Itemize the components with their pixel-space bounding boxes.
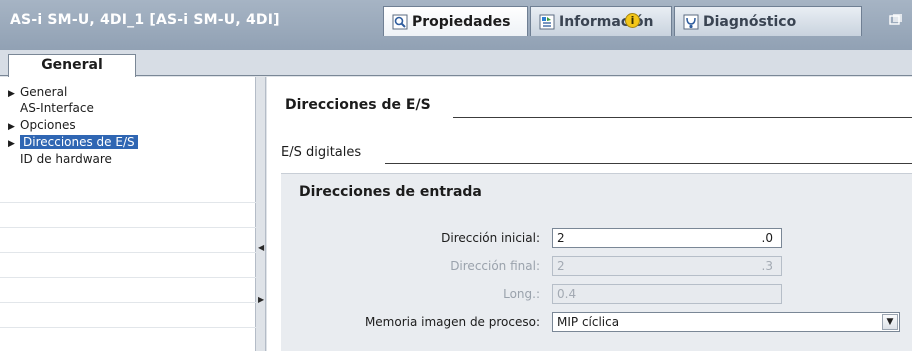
expand-arrow-icon[interactable]: ▶ <box>8 86 20 102</box>
window-restore-icon[interactable] <box>886 12 912 28</box>
pane-splitter[interactable]: ◀ ▶ <box>256 77 266 351</box>
window-title: AS-i SM-U, 4DI_1 [AS-i SM-U, 4DI] <box>10 12 280 28</box>
process-image-label: Memoria imagen de proceso: <box>364 315 540 329</box>
end-address-input: 2 .3 <box>552 256 782 276</box>
nav-item-label: ID de hardware <box>20 152 112 166</box>
collapse-left-icon[interactable]: ◀ <box>258 243 264 252</box>
end-address-value: 2 <box>557 259 565 273</box>
properties-icon <box>392 14 408 29</box>
property-navigation: ▶ General AS-Interface ▶ Opciones ▶ Direcci… <box>0 77 256 351</box>
length-label: Long.: <box>503 287 540 301</box>
tab-general[interactable]: General <box>8 54 136 77</box>
process-image-value: MIP cíclica <box>557 315 620 329</box>
nav-divider <box>0 252 256 253</box>
start-address-input[interactable]: 2 .0 <box>552 228 782 248</box>
end-address-label: Dirección final: <box>450 259 540 273</box>
nav-divider <box>0 302 256 303</box>
diagnostics-icon <box>683 14 699 29</box>
start-address-value: 2 <box>557 231 565 245</box>
nav-item-opciones[interactable]: ▶ Opciones <box>8 117 76 133</box>
start-address-bit: .0 <box>761 231 773 245</box>
subsection-divider <box>385 163 912 164</box>
nav-item-as-interface[interactable]: AS-Interface <box>20 100 94 116</box>
properties-content: Direcciones de E/S E/S digitales Direcci… <box>267 77 912 351</box>
end-address-bit: .3 <box>761 259 773 273</box>
length-input: 0.4 <box>552 284 782 304</box>
tab-diagnostico[interactable]: Diagnóstico <box>674 6 862 36</box>
dropdown-arrow-icon[interactable]: ▼ <box>882 314 898 330</box>
info-badge-icon: i <box>625 13 640 28</box>
expand-arrow-icon[interactable]: ▶ <box>8 119 20 135</box>
input-addresses-panel: Direcciones de entrada Dirección inicial… <box>281 173 912 351</box>
nav-divider <box>0 327 256 328</box>
tab-propiedades[interactable]: Propiedades <box>383 6 528 36</box>
tab-propiedades-label: Propiedades <box>412 13 511 30</box>
start-address-label: Dirección inicial: <box>441 231 540 245</box>
nav-divider <box>0 227 256 228</box>
inspector-tab-row: General <box>0 50 912 77</box>
subsection-title: E/S digitales <box>281 145 362 160</box>
nav-divider <box>0 277 256 278</box>
expand-right-icon[interactable]: ▶ <box>258 295 264 304</box>
inspector-title-bar: AS-i SM-U, 4DI_1 [AS-i SM-U, 4DI] Propie… <box>0 0 912 50</box>
nav-item-label: Direcciones de E/S <box>20 135 138 149</box>
section-title: Direcciones de E/S <box>285 97 431 113</box>
tab-informacion[interactable]: Información <box>530 6 672 36</box>
nav-item-direcciones-es[interactable]: ▶ Direcciones de E/S <box>8 134 138 150</box>
info-tab-icon <box>539 14 555 29</box>
nav-divider <box>0 202 256 203</box>
nav-item-label: General <box>20 85 68 99</box>
panel-title: Direcciones de entrada <box>299 184 482 200</box>
tab-diagnostico-label: Diagnóstico <box>703 13 797 30</box>
expand-arrow-icon[interactable]: ▶ <box>8 136 20 152</box>
nav-item-general[interactable]: ▶ General <box>8 84 67 100</box>
section-divider <box>453 117 912 118</box>
nav-item-label: AS-Interface <box>20 101 94 115</box>
nav-item-label: Opciones <box>20 118 76 132</box>
process-image-dropdown[interactable]: MIP cíclica ▼ <box>552 312 900 332</box>
nav-item-id-hardware[interactable]: ID de hardware <box>20 151 112 167</box>
length-value: 0.4 <box>557 287 577 301</box>
